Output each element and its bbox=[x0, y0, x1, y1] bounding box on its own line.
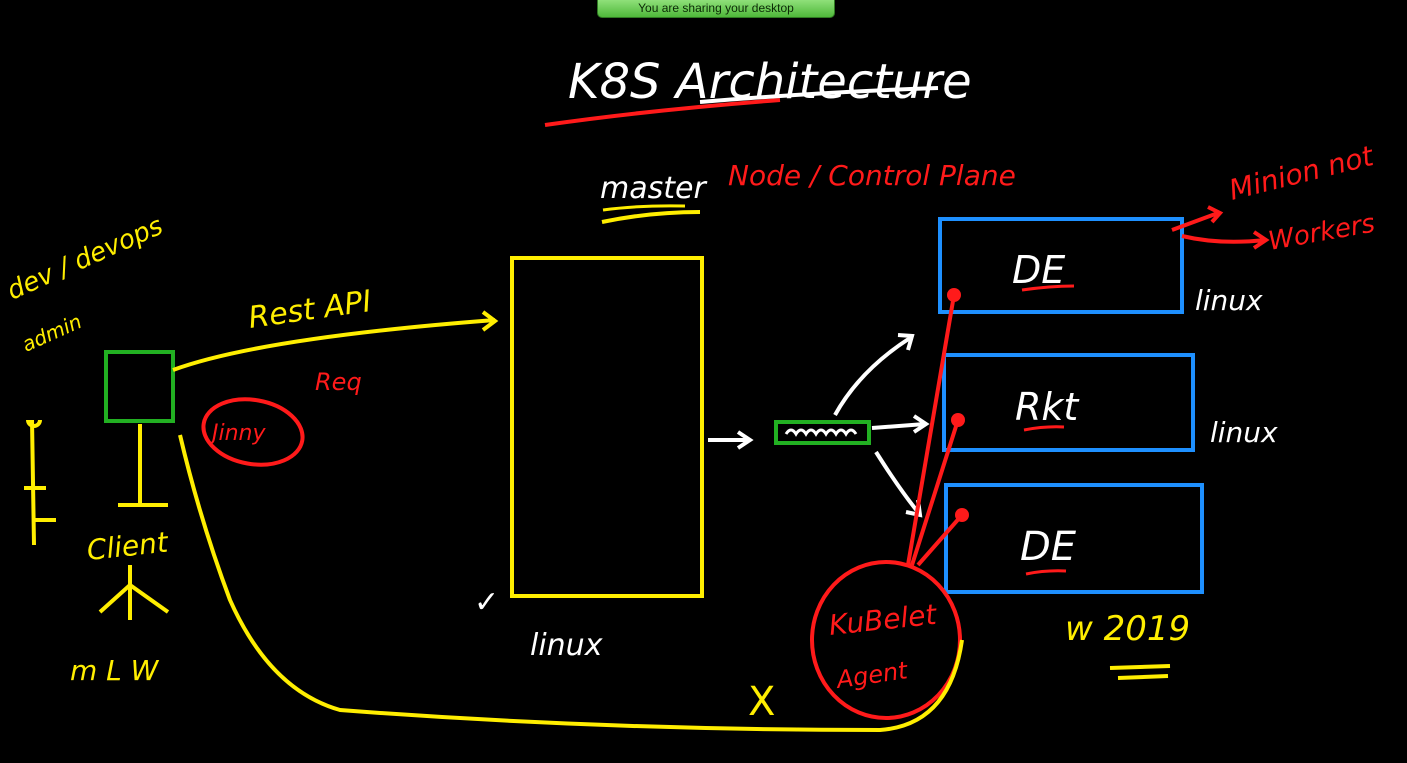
arrow-to-node-3 bbox=[874, 450, 923, 518]
user-figure bbox=[24, 419, 56, 546]
master-output-arrow bbox=[708, 430, 754, 450]
master-os-label: linux bbox=[530, 628, 603, 663]
master-underline-2 bbox=[602, 204, 686, 212]
master-node-box bbox=[510, 256, 704, 598]
client-os-options: m L W bbox=[70, 654, 160, 687]
scheduler-scribble bbox=[784, 428, 858, 437]
client-role-label-2: admin bbox=[18, 309, 85, 356]
master-underline bbox=[601, 210, 701, 224]
client-branches bbox=[98, 565, 170, 620]
worker-node-3-name: DE bbox=[1020, 524, 1077, 570]
kubelet-dot-3 bbox=[955, 508, 969, 522]
arrow-to-node-2 bbox=[871, 414, 930, 434]
client-box bbox=[104, 350, 175, 423]
worker-node-2-os: linux bbox=[1210, 416, 1278, 449]
kubelet-agent-label: Agent bbox=[833, 656, 911, 694]
arrow-to-node-1 bbox=[833, 333, 915, 416]
workers-arrows bbox=[1171, 205, 1270, 250]
request-label: Req bbox=[315, 368, 362, 396]
workers-label-line1: Minion not bbox=[1226, 139, 1378, 207]
client-label: Client bbox=[85, 526, 170, 567]
kubelet-dot-1 bbox=[947, 288, 961, 302]
client-stem bbox=[118, 424, 168, 507]
kubelet-dot-2 bbox=[951, 413, 965, 427]
worker-node-2-name: Rkt bbox=[1015, 385, 1080, 429]
cross-mark: X bbox=[748, 679, 775, 725]
windows-underline bbox=[1109, 664, 1171, 680]
workers-label-line2: Workers bbox=[1266, 209, 1377, 257]
worker-node-1-os: linux bbox=[1195, 284, 1263, 317]
master-label: master bbox=[600, 171, 707, 206]
jinny-label: Jinny bbox=[208, 421, 266, 446]
windows-version-label: w 2019 bbox=[1065, 609, 1190, 649]
client-role-label: dev / devops bbox=[3, 211, 168, 306]
kubelet-label: KuBelet bbox=[827, 598, 939, 642]
whiteboard-canvas: K8S Architecture master Node / Control P… bbox=[3, 54, 1378, 733]
rest-api-label: Rest API bbox=[246, 284, 374, 336]
check-mark: ✓ bbox=[474, 585, 499, 620]
control-plane-label: Node / Control Plane bbox=[728, 159, 1016, 192]
worker-node-3-underline bbox=[1025, 569, 1067, 576]
